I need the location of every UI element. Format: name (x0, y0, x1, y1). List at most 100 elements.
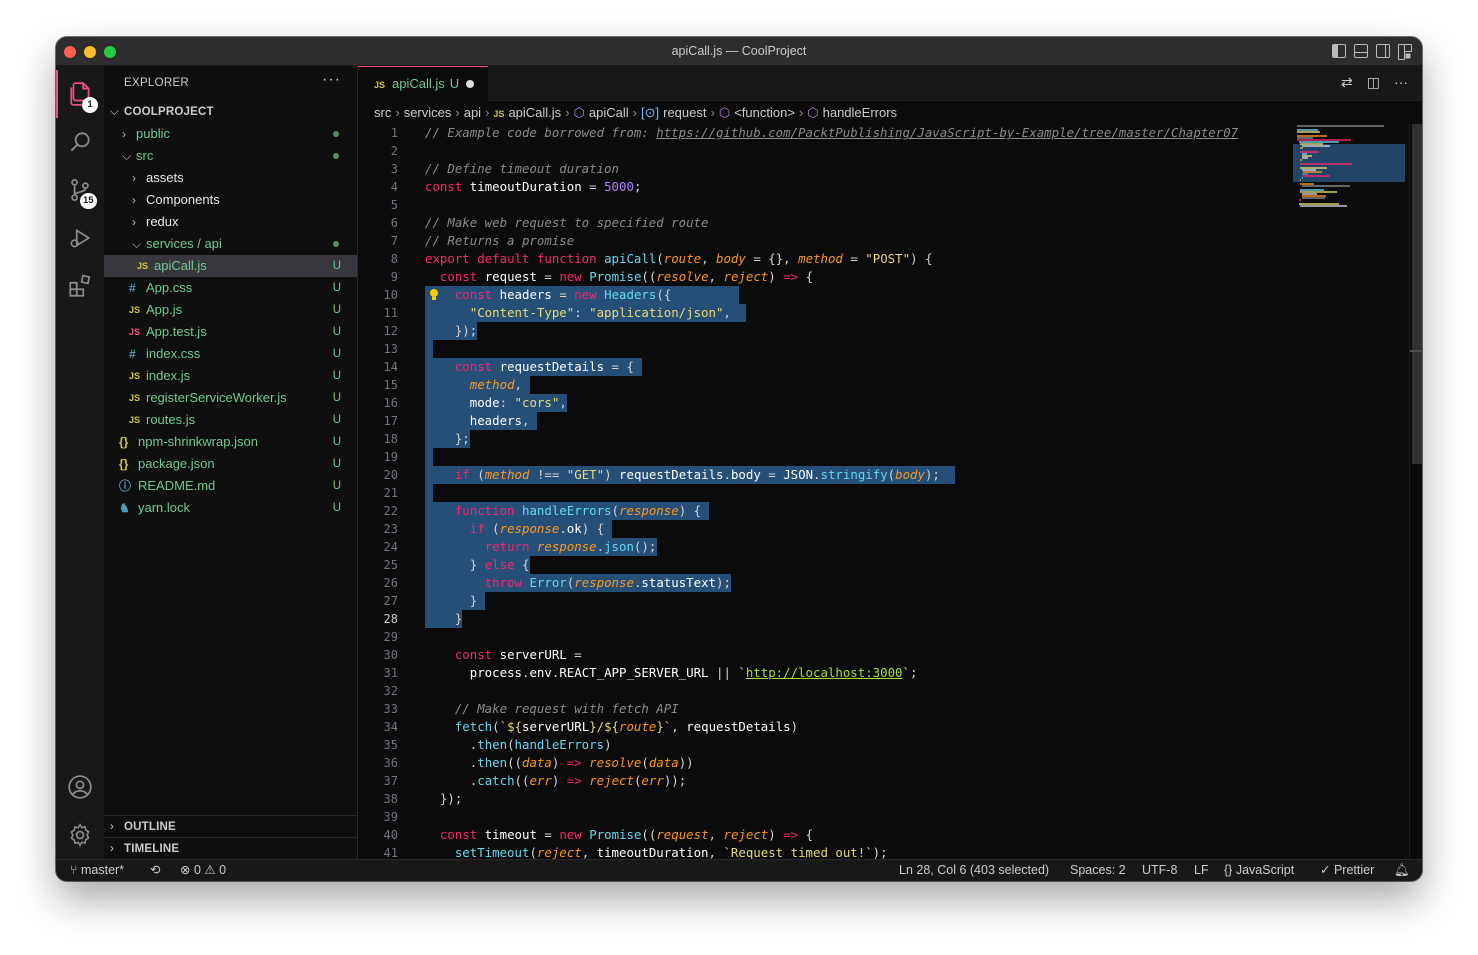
more-actions-icon[interactable]: ··· (1394, 74, 1408, 91)
line-number[interactable]: 8 (358, 250, 398, 268)
folder-item[interactable]: › public (104, 123, 357, 145)
split-editor-icon[interactable]: ◫ (1367, 74, 1380, 91)
line-number[interactable]: 14 (358, 358, 398, 376)
breadcrumb-item[interactable]: handleErrors (823, 105, 897, 120)
line-number[interactable]: 1 (358, 124, 398, 142)
line-number[interactable]: 31 (358, 664, 398, 682)
code-line[interactable]: const timeoutDuration = 5000; (425, 178, 641, 196)
toggle-panel-icon[interactable] (1354, 44, 1368, 58)
line-number[interactable]: 7 (358, 232, 398, 250)
code-line[interactable]: if (method !== "GET") requestDetails.bod… (425, 466, 940, 484)
line-number[interactable]: 24 (358, 538, 398, 556)
breadcrumb-item[interactable]: <function> (734, 105, 795, 120)
line-number[interactable]: 38 (358, 790, 398, 808)
code-line[interactable]: } else { (425, 556, 530, 574)
language-mode[interactable]: {} JavaScript (1224, 860, 1294, 881)
line-number[interactable]: 4 (358, 178, 398, 196)
file-item[interactable]: {} npm-shrinkwrap.json U (104, 431, 357, 453)
search-activity[interactable] (56, 118, 104, 166)
code-line[interactable]: function handleErrors(response) { (425, 502, 701, 520)
line-number[interactable]: 32 (358, 682, 398, 700)
timeline-section-header[interactable]: › TIMELINE (104, 837, 357, 859)
file-item[interactable]: JS index.js U (104, 365, 357, 387)
end-of-line[interactable]: LF (1194, 860, 1209, 881)
code-line[interactable]: } (425, 592, 477, 610)
accounts-activity[interactable] (56, 763, 104, 811)
extensions-activity[interactable] (56, 262, 104, 310)
file-item[interactable]: {} package.json U (104, 453, 357, 475)
folder-item[interactable]: ⌵ src (104, 145, 357, 167)
file-item[interactable]: ⓘ README.md U (104, 475, 357, 497)
file-item[interactable]: JS registerServiceWorker.js U (104, 387, 357, 409)
line-number[interactable]: 23 (358, 520, 398, 538)
folder-item[interactable]: ⌵ services / api (104, 233, 357, 255)
code-line[interactable]: // Returns a promise (425, 232, 574, 250)
code-line[interactable]: const serverURL = (425, 646, 582, 664)
line-number[interactable]: 11 (358, 304, 398, 322)
code-line[interactable]: return response.json(); (425, 538, 657, 556)
line-number[interactable]: 33 (358, 700, 398, 718)
file-item[interactable]: # App.css U (104, 277, 357, 299)
breadcrumb-item[interactable]: src (374, 105, 391, 120)
line-number[interactable]: 18 (358, 430, 398, 448)
line-number[interactable]: 36 (358, 754, 398, 772)
line-number[interactable]: 19 (358, 448, 398, 466)
file-item[interactable]: # index.css U (104, 343, 357, 365)
line-number[interactable]: 17 (358, 412, 398, 430)
line-number[interactable]: 6 (358, 214, 398, 232)
code-line[interactable]: const headers = new Headers({ (425, 286, 671, 304)
breadcrumb-item[interactable]: services (404, 105, 452, 120)
folder-item[interactable]: › redux (104, 211, 357, 233)
code-line[interactable]: const request = new Promise((resolve, re… (425, 268, 813, 286)
breadcrumb-item[interactable]: apiCall (589, 105, 629, 120)
outline-section-header[interactable]: › OUTLINE (104, 815, 357, 837)
sync-icon[interactable]: ⟲ (150, 860, 160, 881)
line-number[interactable]: 28 (358, 610, 398, 628)
line-number[interactable]: 16 (358, 394, 398, 412)
open-changes-icon[interactable]: ⇄ (1341, 74, 1353, 91)
line-number[interactable]: 21 (358, 484, 398, 502)
file-item[interactable]: JS routes.js U (104, 409, 357, 431)
cursor-position[interactable]: Ln 28, Col 6 (403 selected) (899, 860, 1049, 881)
code-line[interactable]: throw Error(response.statusText); (425, 574, 731, 592)
line-number[interactable]: 26 (358, 574, 398, 592)
code-line[interactable]: fetch(`${serverURL}/${route}`, requestDe… (425, 718, 798, 736)
manage-activity[interactable] (56, 811, 104, 859)
project-section-header[interactable]: ⌵ COOLPROJECT (104, 101, 357, 123)
line-number[interactable]: 40 (358, 826, 398, 844)
line-number[interactable]: 35 (358, 736, 398, 754)
code-line[interactable]: export default function apiCall(route, b… (425, 250, 932, 268)
code-line[interactable]: process.env.REACT_APP_SERVER_URL || `htt… (425, 664, 918, 682)
code-line[interactable]: // Example code borrowed from: https://g… (425, 124, 1238, 142)
code-line[interactable]: .catch((err) => reject(err)); (425, 772, 686, 790)
code-line[interactable]: .then(handleErrors) (425, 736, 612, 754)
line-number[interactable]: 10 (358, 286, 398, 304)
breadcrumb-item[interactable]: request (663, 105, 706, 120)
code-line[interactable]: } (425, 610, 462, 628)
breadcrumb-item[interactable]: apiCall.js (508, 105, 561, 120)
line-number[interactable]: 29 (358, 628, 398, 646)
problems-status[interactable]: ⊗ 0 ⚠ 0 (180, 860, 226, 881)
code-line[interactable]: }; (425, 430, 470, 448)
line-number[interactable]: 15 (358, 376, 398, 394)
code-line[interactable]: }); (425, 322, 477, 340)
explorer-activity[interactable]: 1 (56, 70, 104, 118)
branch-status[interactable]: ⑂ master* (70, 860, 124, 881)
unsaved-dot-icon[interactable] (466, 80, 474, 88)
line-number[interactable]: 2 (358, 142, 398, 160)
code-line[interactable]: if (response.ok) { (425, 520, 604, 538)
minimap[interactable] (1293, 124, 1409, 424)
folder-item[interactable]: › Components (104, 189, 357, 211)
file-item[interactable]: ♞ yarn.lock U (104, 497, 357, 519)
code-line[interactable]: }); (425, 790, 462, 808)
source-control-activity[interactable]: 15 (56, 166, 104, 214)
code-line[interactable]: const requestDetails = { (425, 358, 634, 376)
file-item[interactable]: JS apiCall.js U (104, 255, 357, 277)
line-number[interactable]: 30 (358, 646, 398, 664)
file-item[interactable]: JS App.test.js U (104, 321, 357, 343)
line-number[interactable]: 3 (358, 160, 398, 178)
breadcrumb-item[interactable]: api (464, 105, 481, 120)
line-number[interactable]: 13 (358, 340, 398, 358)
code-line[interactable]: .then((data) => resolve(data)) (425, 754, 694, 772)
code-line[interactable]: const timeout = new Promise((request, re… (425, 826, 813, 844)
